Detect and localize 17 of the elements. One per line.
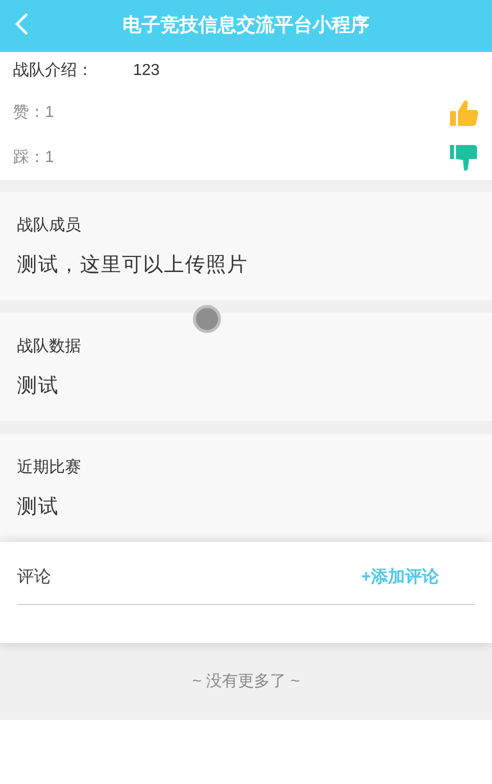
- intro-label: 战队介绍：: [13, 61, 94, 81]
- section-body: 测试，这里可以上传照片: [17, 253, 248, 278]
- no-more-text: ~ 没有更多了 ~: [192, 672, 300, 692]
- section-body: 测试: [17, 495, 59, 520]
- section-title: 战队成员: [17, 216, 81, 236]
- section-title: 近期比赛: [17, 458, 81, 478]
- comments-heading: 评论: [17, 566, 51, 588]
- section-body: 测试: [17, 374, 59, 399]
- thumbs-up-icon[interactable]: [449, 98, 479, 126]
- page-title: 电子竞技信息交流平台小程序: [122, 14, 370, 38]
- section-title: 战队数据: [17, 337, 81, 357]
- back-icon[interactable]: [14, 12, 30, 36]
- vote-count: 踩：1: [13, 148, 54, 168]
- add-comment-link[interactable]: +添加评论: [361, 564, 439, 590]
- intro-value: 123: [133, 61, 160, 81]
- vote-count: 赞：1: [13, 102, 54, 122]
- thumbs-down-icon[interactable]: [449, 144, 479, 172]
